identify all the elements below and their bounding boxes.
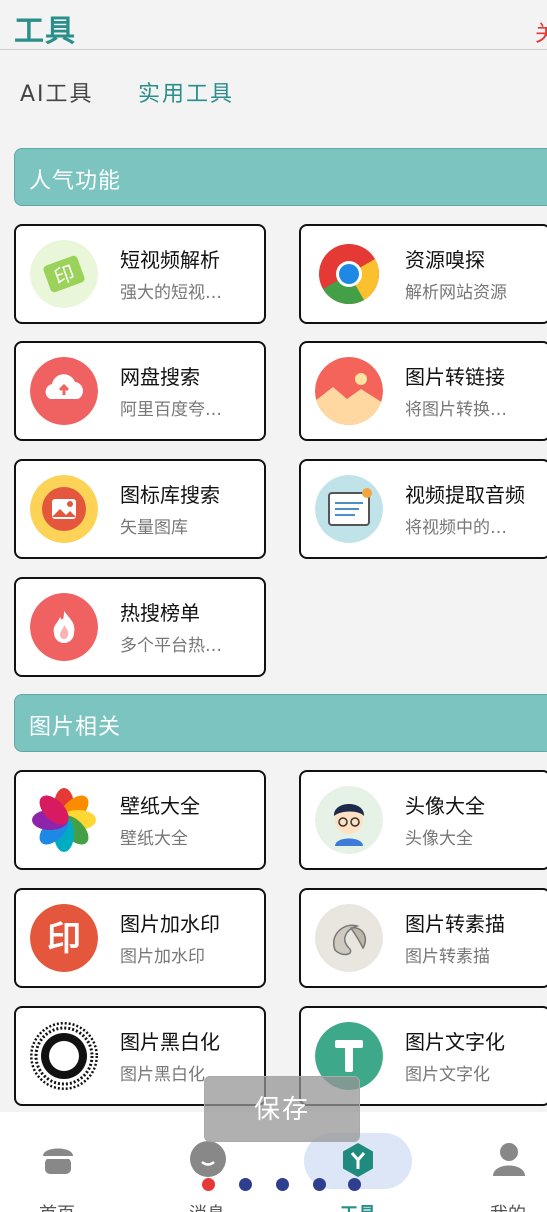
tool-subtitle: 多个平台热… <box>120 636 222 656</box>
chrome-icon <box>315 240 383 308</box>
app-header: 工具 关 <box>0 0 547 50</box>
page-dot-active[interactable] <box>202 1178 215 1191</box>
flame-icon <box>30 593 98 661</box>
tool-title: 图片黑白化 <box>120 1030 220 1054</box>
nav-label: 消息 <box>152 1200 262 1212</box>
flower-icon <box>30 786 98 854</box>
tool-card-hot-search[interactable]: 热搜榜单 多个平台热… <box>14 577 266 677</box>
nav-home[interactable]: 首页 <box>2 1112 112 1212</box>
tool-title: 图片文字化 <box>405 1030 505 1054</box>
video-parse-icon: 印 <box>30 240 98 308</box>
tool-subtitle: 图片加水印 <box>120 947 205 967</box>
tool-subtitle: 强大的短视… <box>120 283 222 303</box>
svg-text:印: 印 <box>47 919 81 959</box>
landscape-icon <box>315 357 383 425</box>
nav-label: 首页 <box>2 1200 112 1212</box>
tool-subtitle: 壁纸大全 <box>120 829 188 849</box>
tool-subtitle: 解析网站资源 <box>405 283 507 303</box>
page-dot[interactable] <box>348 1178 361 1191</box>
tool-title: 头像大全 <box>405 794 485 818</box>
tool-subtitle: 矢量图库 <box>120 518 188 538</box>
tools-icon <box>339 1141 377 1179</box>
tool-subtitle: 阿里百度夸… <box>120 400 222 420</box>
page-dot[interactable] <box>239 1178 252 1191</box>
page-title: 工具 <box>14 14 76 49</box>
home-icon <box>39 1140 77 1178</box>
tool-title: 视频提取音频 <box>405 483 525 507</box>
nav-label: 我的 <box>453 1200 547 1212</box>
tool-card-image-to-link[interactable]: 图片转链接 将图片转换… <box>299 341 547 441</box>
tool-card-icon-library[interactable]: 图标库搜索 矢量图库 <box>14 459 266 559</box>
tool-title: 图标库搜索 <box>120 483 220 507</box>
tool-subtitle: 将图片转换… <box>405 400 507 420</box>
sketch-icon <box>315 904 383 972</box>
tool-subtitle: 头像大全 <box>405 829 473 849</box>
tool-card-video-audio[interactable]: 视频提取音频 将视频中的… <box>299 459 547 559</box>
page-indicator <box>202 1178 362 1192</box>
tab-ai-tools[interactable]: AI工具 <box>20 76 94 108</box>
tool-subtitle: 图片黑白化 <box>120 1065 205 1085</box>
tool-title: 图片转链接 <box>405 365 505 389</box>
tool-title: 壁纸大全 <box>120 794 200 818</box>
tool-card-wallpapers[interactable]: 壁纸大全 壁纸大全 <box>14 770 266 870</box>
stamp-icon: 印 <box>30 904 98 972</box>
tool-title: 图片转素描 <box>405 912 505 936</box>
tool-title: 网盘搜索 <box>120 365 200 389</box>
save-toast[interactable]: 保存 <box>204 1076 360 1142</box>
tab-utility-tools[interactable]: 实用工具 <box>138 76 234 108</box>
cloud-upload-icon <box>30 357 98 425</box>
section-title: 人气功能 <box>29 169 122 194</box>
section-header-image: 图片相关 <box>14 694 547 752</box>
tool-title: 资源嗅探 <box>405 248 485 272</box>
tool-card-resource-sniff[interactable]: 资源嗅探 解析网站资源 <box>299 224 547 324</box>
tool-card-netdisk-search[interactable]: 网盘搜索 阿里百度夸… <box>14 341 266 441</box>
page-dot[interactable] <box>313 1178 326 1191</box>
tool-subtitle: 将视频中的… <box>405 518 507 538</box>
tool-subtitle: 图片转素描 <box>405 947 490 967</box>
image-library-icon <box>30 475 98 543</box>
tool-card-video-parse[interactable]: 印 短视频解析 强大的短视… <box>14 224 266 324</box>
nav-label: 工具 <box>303 1200 413 1212</box>
tool-card-watermark[interactable]: 印 图片加水印 图片加水印 <box>14 888 266 988</box>
tool-card-sketch[interactable]: 图片转素描 图片转素描 <box>299 888 547 988</box>
section-header-popular: 人气功能 <box>14 148 547 206</box>
halftone-circle-icon <box>30 1022 98 1090</box>
tool-card-avatars[interactable]: 头像大全 头像大全 <box>299 770 547 870</box>
section-title: 图片相关 <box>29 715 122 740</box>
tool-title: 图片加水印 <box>120 912 220 936</box>
tool-title: 短视频解析 <box>120 248 220 272</box>
message-icon <box>189 1140 227 1178</box>
nav-profile[interactable]: 我的 <box>453 1112 547 1212</box>
profile-icon <box>490 1140 528 1178</box>
avatar-boy-icon <box>315 786 383 854</box>
video-audio-icon <box>315 475 383 543</box>
tool-title: 热搜榜单 <box>120 601 200 625</box>
tool-subtitle: 图片文字化 <box>405 1065 490 1085</box>
header-right-action[interactable]: 关 <box>535 16 547 48</box>
page-dot[interactable] <box>276 1178 289 1191</box>
